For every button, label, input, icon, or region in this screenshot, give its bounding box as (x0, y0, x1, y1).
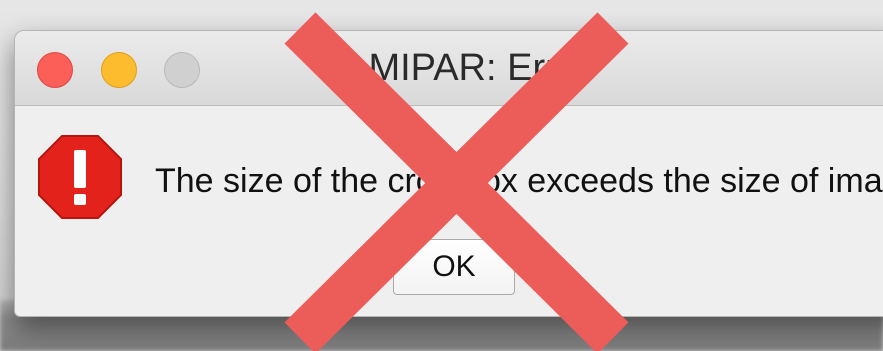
error-stop-icon (37, 134, 123, 220)
title-bar: MIPAR: Error (15, 31, 883, 106)
error-message: The size of the crop box exceeds the siz… (155, 162, 883, 200)
window-title: MIPAR: Error (368, 47, 592, 89)
error-dialog: MIPAR: Error The size of the crop box ex… (14, 30, 883, 317)
ok-button[interactable]: OK (393, 239, 515, 295)
